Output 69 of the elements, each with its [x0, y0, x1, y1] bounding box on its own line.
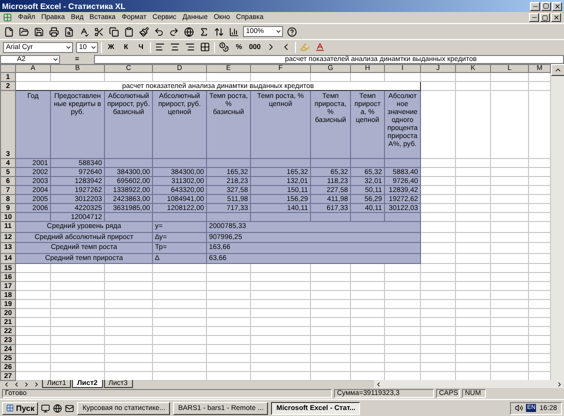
- scissors-icon: [94, 26, 104, 36]
- arrow-left-icon: [374, 380, 382, 388]
- align-right-icon: [185, 42, 195, 52]
- windows-icon: [6, 404, 14, 412]
- restore-button[interactable]: [540, 13, 550, 22]
- undo-icon: [154, 26, 164, 36]
- spell-check-icon: [79, 26, 89, 36]
- toolbar-button[interactable]: [228, 26, 240, 38]
- clipboard-icon: [124, 26, 134, 36]
- minimize-button[interactable]: [529, 13, 539, 22]
- toolbar-button[interactable]: [183, 26, 195, 38]
- sort-icon: [214, 26, 224, 36]
- toolbar-button[interactable]: [154, 41, 166, 53]
- align-left-icon: [155, 42, 165, 52]
- scroll-up-button[interactable]: [551, 64, 564, 76]
- dropdown-icon: [275, 28, 282, 35]
- printer-icon: [49, 26, 59, 36]
- maximize-icon: [543, 3, 549, 9]
- spreadsheet-icon: [3, 13, 12, 22]
- globe-icon: [53, 404, 62, 412]
- restore-icon: [542, 14, 548, 20]
- close-button[interactable]: [552, 2, 562, 10]
- toolbar-button[interactable]: [123, 26, 135, 38]
- globe-icon: [184, 26, 194, 36]
- toolbar-button[interactable]: [33, 26, 45, 38]
- toolbar-button[interactable]: [18, 26, 30, 38]
- toolbar-button[interactable]: [169, 41, 181, 53]
- folder-icon: [19, 26, 29, 36]
- toolbar-button[interactable]: [48, 26, 60, 38]
- copy-icon: [109, 26, 119, 36]
- toolbar-button[interactable]: [218, 41, 230, 53]
- maximize-button[interactable]: [541, 2, 551, 10]
- fill-color-icon: [300, 42, 310, 52]
- chart-icon: [229, 26, 239, 36]
- toolbar-button[interactable]: [138, 26, 150, 38]
- file-icon: [4, 26, 14, 36]
- close-icon: [554, 2, 560, 10]
- help-button[interactable]: [286, 26, 298, 38]
- corner-cell: [0, 64, 16, 72]
- toolbar-button[interactable]: [198, 26, 210, 38]
- toolbar-button[interactable]: [168, 26, 180, 38]
- speaker-icon: [515, 404, 524, 412]
- dropdown-icon: [90, 44, 97, 50]
- arrow-right-icon: [556, 380, 563, 388]
- toolbar-button[interactable]: [93, 26, 105, 38]
- toolbar-button[interactable]: [213, 26, 225, 38]
- start-button[interactable]: Пуск: [2, 402, 38, 414]
- paintbrush-icon: [139, 26, 149, 36]
- arrow-up-icon: [554, 66, 562, 74]
- window-title: Microsoft Excel - Статистика XL: [2, 2, 126, 10]
- toolbar-button[interactable]: [63, 26, 75, 38]
- toolbar-button[interactable]: [184, 41, 196, 53]
- close-button[interactable]: [551, 13, 561, 22]
- font-color-icon: [314, 42, 325, 52]
- coins-icon: [219, 42, 229, 52]
- redo-icon: [169, 26, 179, 36]
- toolbar-button[interactable]: [108, 26, 120, 38]
- file-search-icon: [64, 26, 74, 36]
- toolbar-button[interactable]: [78, 26, 90, 38]
- mail-icon: [65, 404, 74, 412]
- toolbar-button[interactable]: [153, 26, 165, 38]
- desktop-icon: [41, 404, 50, 412]
- save-icon: [34, 26, 44, 36]
- minimize-button[interactable]: [530, 2, 540, 10]
- close-icon: [552, 14, 560, 21]
- help-icon: [287, 26, 297, 36]
- align-center-icon: [170, 42, 180, 52]
- sigma-icon: [199, 26, 209, 36]
- toolbar-button[interactable]: [3, 26, 15, 38]
